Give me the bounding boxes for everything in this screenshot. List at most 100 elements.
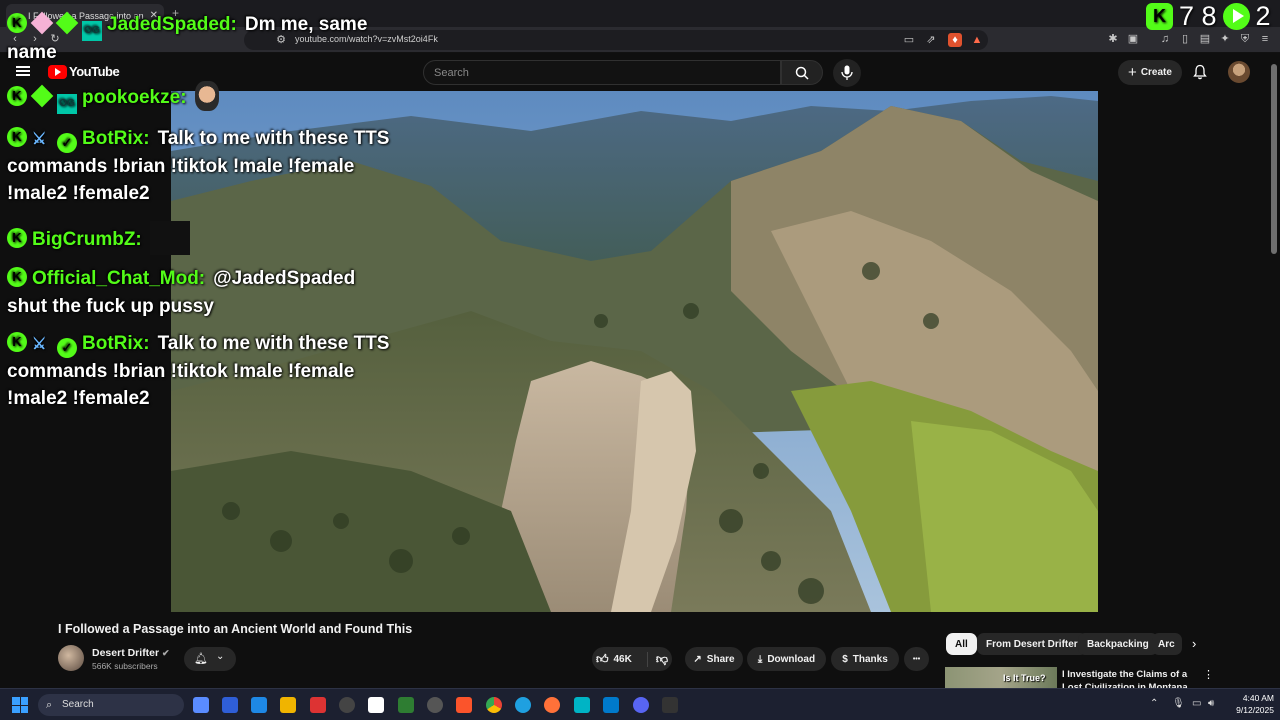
clock-date: 9/12/2025 [1236,705,1274,715]
app-icon-4[interactable] [339,697,355,713]
kick-badge-icon [7,228,27,248]
thumbnail-text: Is It True? [1003,673,1046,683]
discord-icon[interactable] [633,697,649,713]
app-icon-5[interactable] [368,697,384,713]
chrome-icon[interactable] [486,697,502,713]
verified-badge-icon: ✓ [57,338,77,358]
youtube-logo-text[interactable]: YouTube [69,64,120,79]
channel-name-text: Desert Drifter [92,647,160,659]
play-icon [1222,2,1250,30]
verified-icon: ✔ [162,648,170,658]
share-button[interactable]: ↗ Share [685,647,743,671]
sidebar-icon[interactable]: ▯ [1178,32,1192,46]
download-button[interactable]: ⤓ Download [747,647,826,671]
chat-username: pookoekze: [82,87,187,108]
voice-search-button[interactable] [833,59,861,87]
chevron-right-icon[interactable]: › [1192,636,1196,651]
chip-all[interactable]: All [946,633,977,655]
notifications-bell-icon[interactable] [1192,64,1208,80]
vscode-icon[interactable] [603,697,619,713]
chat-message: OGpookoekze: [7,81,219,114]
vpn-icon[interactable]: ⛨ [1238,32,1252,46]
channel-avatar[interactable] [58,645,84,671]
search-input[interactable] [434,66,764,80]
chat-text: Talk to me with these TTS [157,128,390,149]
chip-backpacking[interactable]: Backpacking [1078,633,1158,655]
download-icon: ⤓ [757,653,763,665]
sword-badge-icon: ⚔ [32,131,47,148]
app-icon-7[interactable] [427,697,443,713]
windows-start-icon[interactable] [12,697,28,713]
share-page-icon[interactable]: ⇗ [924,33,938,47]
microphone-icon [841,65,853,80]
dislike-icon[interactable]: 👎︎ [646,651,668,667]
kebab-menu-icon[interactable]: ⋮ [1203,668,1214,681]
system-clock[interactable]: 4:40 AM 9/12/2025 [1222,692,1274,716]
extensions-icon[interactable]: ✱ [1106,32,1120,46]
youtube-logo-icon[interactable] [48,65,67,79]
chat-emote-icon [149,221,190,255]
chat-text: Dm me, same [244,14,368,35]
wallet-icon[interactable]: ▤ [1198,32,1212,46]
brave-shields-icon[interactable]: ♦ [948,33,962,47]
taskbar-search[interactable]: ⌕ Search [38,694,184,716]
screenshot-icon[interactable]: ▣ [1126,32,1140,46]
network-icon[interactable]: ▭ [1192,698,1201,709]
kick-badge-icon [7,127,27,147]
more-actions-button[interactable]: ••• [904,647,929,671]
tray-chevron-icon[interactable]: ⌃ [1150,698,1158,709]
og-badge-icon: OG [82,21,102,41]
thumbs-up-icon: 👍︎ [595,651,609,666]
firefox-icon[interactable] [544,697,560,713]
chat-text: @JadedSpaded [213,268,356,289]
stream-counters: K 7 8 2 [1146,1,1271,31]
app-icon-6[interactable] [398,697,414,713]
search-box [423,60,781,85]
chat-username: Official_Chat_Mod: [32,268,206,289]
menu-icon[interactable]: ≡ [1258,32,1272,46]
download-label: Download [767,653,816,665]
create-button[interactable]: + Create [1118,60,1182,85]
brave-icon[interactable] [456,697,472,713]
search-button[interactable] [781,60,823,85]
page-scrollbar[interactable] [1271,64,1277,254]
chat-text-line: !male2 !female2 [7,388,150,409]
sword-badge-icon: ⚔ [32,336,47,353]
like-button[interactable]: 👍︎ 46K 👎︎ [592,647,672,671]
chevron-down-icon: ⌄ [216,651,225,662]
account-avatar[interactable] [1228,61,1250,83]
app-icon-2[interactable] [251,697,267,713]
chat-username: BotRix: [82,333,150,354]
volume-icon[interactable]: 🔊︎ [1208,698,1214,709]
kick-badge-icon [7,332,27,352]
thanks-button[interactable]: $ Thanks [831,647,899,671]
subscription-bell-button[interactable]: 🔔︎ ⌄ [184,647,236,671]
brave-rewards-icon[interactable]: ▲ [970,33,984,47]
edge-icon[interactable] [515,697,531,713]
viewer-count: 7 8 [1179,0,1217,31]
channel-name[interactable]: Desert Drifter ✔ [92,647,170,659]
chat-message-continuation: name [7,42,57,63]
chat-text: Talk to me with these TTS [157,333,390,354]
diamond-badge-icon [55,11,79,35]
leo-ai-icon[interactable]: ✦ [1218,32,1232,46]
app-icon-8[interactable] [662,697,678,713]
task-view-icon[interactable] [193,697,209,713]
recommended-video-thumbnail[interactable]: Is It True? [945,667,1057,690]
app-icon-3[interactable] [310,697,326,713]
chat-username: JadedSpaded: [107,14,237,35]
chip-more[interactable]: Arc [1152,633,1182,655]
app-icon-1[interactable] [222,697,238,713]
search-icon [795,66,809,80]
mic-tray-icon[interactable]: 🎙︎ [1172,698,1185,709]
obs-icon[interactable] [574,697,590,713]
follower-count: 2 [1255,0,1271,31]
file-explorer-icon[interactable] [280,697,296,713]
chat-text-line: commands !brian !tiktok !male !female [7,361,355,382]
verified-badge-icon: ✓ [57,133,77,153]
media-icon[interactable]: ♫ [1158,32,1172,46]
cast-icon[interactable]: ▭ [902,33,916,47]
hamburger-menu-icon[interactable] [16,66,30,76]
chat-message: OGJadedSpaded: Dm me, same [7,11,367,41]
chip-from-channel[interactable]: From Desert Drifter [977,633,1087,655]
